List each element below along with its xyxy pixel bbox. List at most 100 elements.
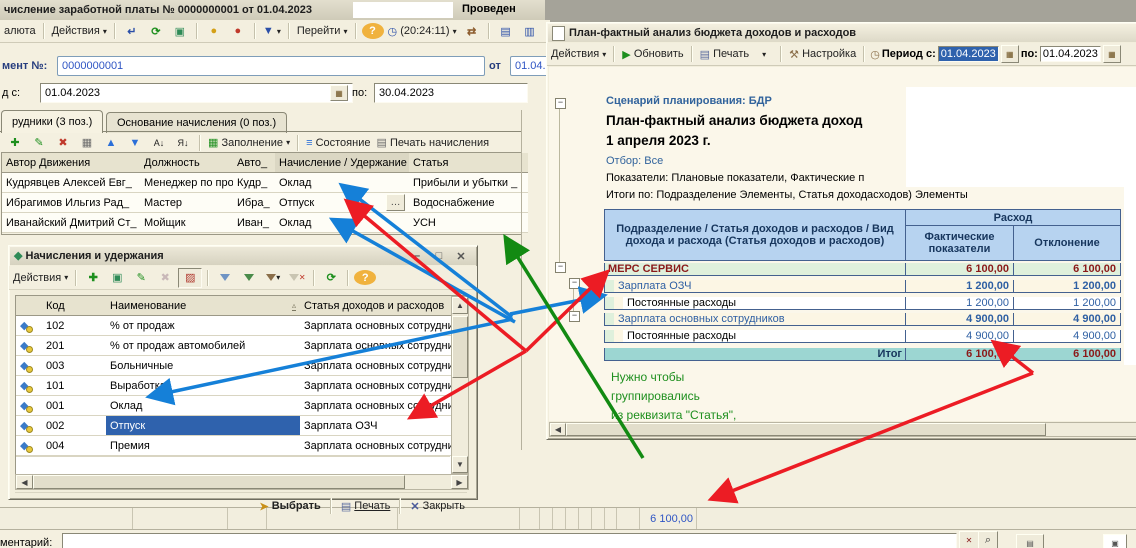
name-cell[interactable]: % от продаж bbox=[106, 316, 301, 336]
employee-cell[interactable]: Мастер bbox=[140, 193, 234, 213]
report-row-detail[interactable]: Постоянные расходы 4 900,00 4 900,00 bbox=[604, 328, 1121, 345]
name-cell[interactable]: Выработка bbox=[106, 376, 301, 396]
move-up-icon[interactable]: ▲ bbox=[100, 134, 122, 152]
filter-by-value-icon[interactable] bbox=[214, 269, 236, 287]
col-header-code[interactable]: Код bbox=[42, 296, 107, 316]
scroll-thumb[interactable] bbox=[33, 475, 405, 489]
article-cell[interactable]: Зарплата основных сотрудников bbox=[300, 316, 458, 336]
scroll-thumb[interactable] bbox=[452, 316, 468, 378]
maximize-icon[interactable]: □ bbox=[428, 247, 450, 265]
close-button[interactable]: ✕ Закрыть bbox=[408, 497, 467, 515]
scroll-left-icon[interactable]: ◀ bbox=[16, 475, 33, 489]
clear-icon[interactable]: ✕ bbox=[959, 531, 979, 548]
article-cell[interactable]: Зарплата основных сотрудников bbox=[300, 396, 458, 416]
dialog-hscrollbar[interactable]: ◀ ▶ bbox=[15, 474, 469, 490]
code-cell[interactable]: 002 bbox=[42, 416, 107, 436]
col-header-name[interactable]: Наименование▵ bbox=[106, 296, 301, 316]
article-cell[interactable]: Зарплата основных сотрудников bbox=[300, 356, 458, 376]
filter-settings-icon[interactable] bbox=[238, 269, 260, 287]
col-header-article[interactable]: Статья доходов и расходов bbox=[300, 296, 458, 316]
article-cell[interactable]: Зарплата основных сотрудников bbox=[300, 436, 458, 456]
article-cell[interactable]: УСН bbox=[409, 213, 528, 233]
report-row-group[interactable]: Зарплата ОЗЧ 1 200,00 1 200,00 bbox=[604, 278, 1121, 295]
printer-icon[interactable]: ▤ bbox=[1016, 534, 1044, 548]
code-cell[interactable]: 003 bbox=[42, 356, 107, 376]
copy-icon[interactable]: ▣ bbox=[106, 269, 128, 287]
sort-asc-icon[interactable]: А↓ bbox=[148, 134, 170, 152]
employee-cell[interactable]: Кудр_ bbox=[233, 173, 276, 193]
scroll-right-icon[interactable]: ▶ bbox=[451, 475, 468, 489]
doc-number-input[interactable]: 0000000001 bbox=[57, 56, 485, 76]
edit-icon[interactable]: ✎ bbox=[130, 269, 152, 287]
add-icon[interactable]: ✚ bbox=[82, 269, 104, 287]
accrual-cell[interactable]: Отпуск … bbox=[275, 193, 410, 213]
code-cell[interactable]: 004 bbox=[42, 436, 107, 456]
code-cell[interactable]: 201 bbox=[42, 336, 107, 356]
col-header[interactable]: Автор Движения bbox=[2, 153, 141, 173]
settings-button[interactable]: ⚒ Настройка bbox=[787, 45, 858, 63]
code-cell[interactable]: 102 bbox=[42, 316, 107, 336]
close-icon[interactable]: ✕ bbox=[450, 247, 472, 265]
print-button[interactable]: ▤ Печать bbox=[339, 497, 393, 515]
period-to-input[interactable]: 01.04.2023 bbox=[1040, 46, 1101, 62]
employee-cell[interactable]: Мойщик bbox=[140, 213, 234, 233]
print-accrual-button[interactable]: ▤ Печать начисления bbox=[374, 134, 491, 152]
code-cell[interactable]: 101 bbox=[42, 376, 107, 396]
structure-icon[interactable]: ▤ bbox=[495, 22, 517, 40]
scroll-up-icon[interactable]: ▲ bbox=[452, 297, 468, 314]
dialog-actions-menu[interactable]: Действия ▾ bbox=[11, 269, 70, 287]
name-cell[interactable]: Премия bbox=[106, 436, 301, 456]
article-cell[interactable]: Зарплата ОЗЧ bbox=[300, 416, 458, 436]
move-down-icon[interactable]: ▼ bbox=[124, 134, 146, 152]
refresh-button[interactable]: ▶ Обновить bbox=[620, 45, 685, 63]
fill-menu-button[interactable]: ▦ Заполнение ▾ bbox=[206, 134, 292, 152]
employee-cell[interactable]: Ибра_ bbox=[233, 193, 276, 213]
comment-input[interactable] bbox=[62, 533, 957, 548]
article-cell[interactable]: Водоснабжение bbox=[409, 193, 528, 213]
article-cell[interactable]: Зарплата основных сотрудников bbox=[300, 376, 458, 396]
code-cell[interactable]: 001 bbox=[42, 396, 107, 416]
exchange-icon[interactable]: ⇄ bbox=[461, 22, 483, 40]
hierarchy-view-toggle[interactable]: ▨ bbox=[178, 268, 202, 288]
article-cell[interactable]: Прибыли и убытки _ bbox=[409, 173, 528, 193]
tree-collapse-icon[interactable]: − bbox=[569, 311, 580, 322]
employee-cell[interactable]: Кудрявцев Алексей Евг_ bbox=[2, 173, 141, 193]
tree-collapse-icon[interactable]: − bbox=[555, 98, 566, 109]
post-movements-icon[interactable]: ● bbox=[203, 22, 225, 40]
scroll-thumb[interactable] bbox=[566, 423, 1046, 436]
scroll-down-icon[interactable]: ▼ bbox=[452, 456, 468, 473]
report-hscrollbar[interactable]: ◀ bbox=[549, 422, 1136, 437]
end-edit-icon[interactable]: ▦ bbox=[76, 134, 98, 152]
col-header[interactable]: Начисление / Удержание bbox=[275, 153, 410, 173]
filter-history-icon[interactable]: ▾ bbox=[262, 269, 284, 287]
name-cell[interactable]: Больничные bbox=[106, 356, 301, 376]
tab-employees[interactable]: рудники (3 поз.) bbox=[1, 110, 103, 133]
period-from-input[interactable]: 01.04.2023 ▦ bbox=[40, 83, 353, 103]
delete-row-icon[interactable]: ✖ bbox=[52, 134, 74, 152]
report-row-company[interactable]: МЕРС СЕРВИС 6 100,00 6 100,00 bbox=[604, 261, 1121, 278]
refresh-icon[interactable]: ⟳ bbox=[320, 269, 342, 287]
accrual-cell[interactable]: Оклад bbox=[275, 173, 410, 193]
minimize-icon[interactable]: – bbox=[406, 247, 428, 265]
tree-collapse-icon[interactable]: − bbox=[555, 262, 566, 273]
search-icon[interactable]: ⌕ bbox=[978, 531, 998, 548]
employee-cell[interactable]: Иванайский Дмитрий Ст_ bbox=[2, 213, 141, 233]
report-row-group[interactable]: Зарплата основных сотрудников 4 900,00 4… bbox=[604, 311, 1121, 328]
repost-icon[interactable]: ⟳ bbox=[145, 22, 167, 40]
period-to-input[interactable]: 30.04.2023 bbox=[374, 83, 528, 103]
accrual-cell[interactable]: Оклад bbox=[275, 213, 410, 233]
doc-actions-menu[interactable]: Действия ▾ bbox=[50, 22, 109, 40]
name-cell[interactable]: % от продаж автомобилей bbox=[106, 336, 301, 356]
print-options-icon[interactable]: ▾ bbox=[753, 45, 775, 63]
page-icon[interactable]: ▣ bbox=[1103, 534, 1127, 548]
list-settings-icon[interactable]: ▥ bbox=[519, 22, 541, 40]
employee-cell[interactable]: Менеджер по про_ bbox=[140, 173, 234, 193]
period-from-input[interactable]: 01.04.2023 bbox=[938, 46, 999, 62]
article-cell[interactable]: Зарплата основных сотрудников bbox=[300, 336, 458, 356]
calendar-icon[interactable]: ▦ bbox=[1103, 45, 1121, 63]
cancel-movements-icon[interactable]: ● bbox=[227, 22, 249, 40]
time-registration-button[interactable]: ◷ (20:24:11) ▾ bbox=[386, 22, 459, 40]
selected-name-cell[interactable]: Отпуск bbox=[106, 416, 301, 436]
report-titlebar[interactable]: План-фактный анализ бюджета доходов и ра… bbox=[548, 24, 1136, 42]
help-icon[interactable]: ? bbox=[362, 23, 384, 39]
